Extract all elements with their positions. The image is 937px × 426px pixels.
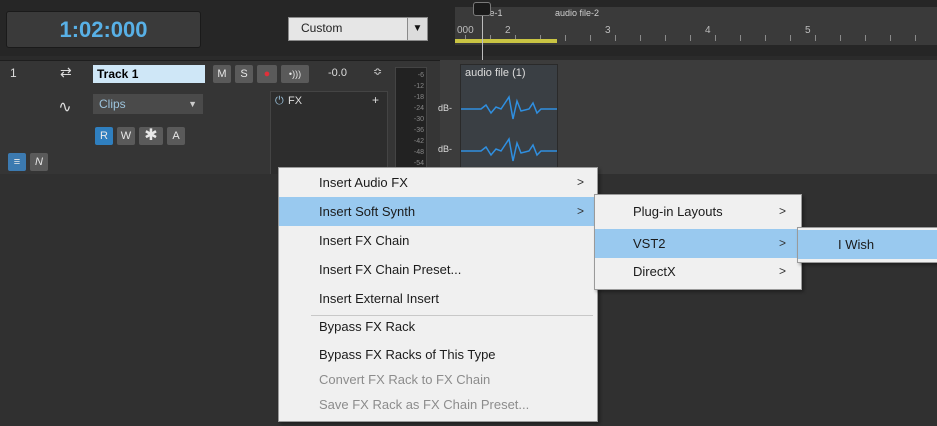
ruler-tick bbox=[690, 35, 691, 41]
meter-scale-label: -12 bbox=[413, 83, 424, 90]
menu-item-label: Insert Audio FX bbox=[319, 175, 408, 190]
waveform-icon: ∿ bbox=[58, 99, 72, 116]
solo-button[interactable]: S bbox=[235, 65, 253, 83]
track-number: 1 bbox=[10, 66, 17, 80]
read-automation-button[interactable]: R bbox=[95, 127, 113, 145]
meter-scale-label: -36 bbox=[413, 127, 424, 134]
track-header: 1 ⇄ Track 1 M S ● •))) -0.0 ≎ ∿ Clips ▼ … bbox=[0, 60, 440, 175]
meter-scale-label: -54 bbox=[413, 160, 424, 167]
ruler-tick bbox=[890, 35, 891, 41]
menu-item-label: Insert FX Chain bbox=[319, 233, 410, 248]
clip-marker-2[interactable]: audio file-2 bbox=[555, 7, 599, 20]
meter-scale-label: -18 bbox=[413, 94, 424, 101]
loop-region[interactable] bbox=[455, 39, 557, 43]
archive-button[interactable]: A bbox=[167, 127, 185, 145]
meter-scale-label: -24 bbox=[413, 105, 424, 112]
menu-item-label: VST2 bbox=[633, 236, 666, 251]
track-icon[interactable]: ⇄ bbox=[60, 64, 72, 81]
ruler-number: 2 bbox=[505, 25, 511, 36]
ruler-tick bbox=[590, 35, 591, 41]
submenu-arrow-icon: > bbox=[779, 264, 787, 278]
preset-label: Custom bbox=[301, 21, 343, 35]
clips-selector-label: Clips bbox=[99, 97, 126, 111]
input-echo-button[interactable]: •))) bbox=[281, 65, 309, 83]
submenu-item-directx[interactable]: DirectX > bbox=[595, 257, 799, 286]
ruler-tick bbox=[615, 35, 616, 41]
ruler-tick bbox=[790, 35, 791, 41]
fx-label: FX bbox=[288, 95, 303, 107]
soft-synth-submenu: Plug-in Layouts > VST2 > DirectX > bbox=[594, 194, 802, 290]
ruler-tick bbox=[865, 35, 866, 41]
preset-dropdown[interactable]: Custom ▼ bbox=[288, 17, 428, 41]
meter-scale-label: -6 bbox=[417, 72, 424, 79]
menu-item-label: DirectX bbox=[633, 264, 676, 279]
meter-scale-label: -30 bbox=[413, 116, 424, 123]
ruler-tick bbox=[915, 35, 916, 41]
fx-bin[interactable]: ⏻ FX + bbox=[270, 91, 388, 175]
timeline-ruler[interactable]: file-1 audio file-2 000 2 3 4 5 bbox=[455, 7, 937, 45]
menu-item-insert-fx-chain-preset[interactable]: Insert FX Chain Preset... bbox=[279, 255, 595, 284]
now-time-marker[interactable] bbox=[473, 2, 491, 16]
chevron-down-icon[interactable]: ▼ bbox=[407, 18, 427, 40]
ruler-tick bbox=[665, 35, 666, 41]
power-icon[interactable]: ⏻ bbox=[275, 95, 284, 108]
db-label-bottom: dB- bbox=[438, 144, 453, 154]
submenu-arrow-icon: > bbox=[577, 204, 585, 218]
audio-clip[interactable]: audio file (1) bbox=[460, 64, 558, 172]
waveform-graphic bbox=[461, 95, 557, 162]
add-fx-button[interactable]: + bbox=[372, 93, 379, 107]
ruler-tick bbox=[765, 35, 766, 41]
menu-item-label: Insert Soft Synth bbox=[319, 204, 416, 219]
submenu-item-i-wish[interactable]: I Wish bbox=[798, 230, 937, 259]
submenu-arrow-icon: > bbox=[779, 236, 787, 250]
track-name-field[interactable]: Track 1 bbox=[93, 65, 205, 83]
meter-scale-label: -48 bbox=[413, 149, 424, 156]
time-display[interactable]: 1:02:000 bbox=[6, 11, 201, 48]
ruler-tick bbox=[565, 35, 566, 41]
freeze-button[interactable]: ✱ bbox=[139, 127, 163, 145]
chevron-down-icon[interactable]: ▼ bbox=[188, 94, 197, 114]
menu-item-label: Insert External Insert bbox=[319, 291, 439, 306]
menu-item-label: Plug-in Layouts bbox=[633, 204, 723, 219]
volume-stepper-icon[interactable]: ≎ bbox=[373, 65, 382, 78]
level-meter: -6 -12 -18 -24 -30 -36 -42 -48 -54 bbox=[395, 67, 427, 175]
automation-lane-icon[interactable]: N bbox=[30, 153, 48, 171]
ruler-tick bbox=[740, 35, 741, 41]
write-automation-button[interactable]: W bbox=[117, 127, 135, 145]
ruler-tick bbox=[640, 35, 641, 41]
menu-item-label: Bypass FX Rack bbox=[319, 319, 416, 334]
ruler-number: 3 bbox=[605, 25, 611, 36]
menu-item-label: I Wish bbox=[838, 237, 875, 252]
clips-selector[interactable]: Clips ▼ bbox=[93, 94, 203, 114]
mute-button[interactable]: M bbox=[213, 65, 231, 83]
menu-item-insert-audio-fx[interactable]: Insert Audio FX > bbox=[279, 168, 595, 197]
menu-item-label: Save FX Rack as FX Chain Preset... bbox=[319, 397, 530, 412]
menu-item-insert-fx-chain[interactable]: Insert FX Chain bbox=[279, 226, 595, 255]
fx-context-menu: Insert Audio FX > Insert Soft Synth > Inse… bbox=[278, 167, 598, 422]
track-view-icon[interactable]: ≡ bbox=[8, 153, 26, 171]
menu-item-label: Insert FX Chain Preset... bbox=[319, 262, 462, 277]
submenu-arrow-icon: > bbox=[779, 204, 787, 218]
submenu-item-plugin-layouts[interactable]: Plug-in Layouts > bbox=[595, 197, 799, 226]
ruler-tick bbox=[715, 35, 716, 41]
menu-item-insert-external-insert[interactable]: Insert External Insert bbox=[279, 284, 595, 313]
vst2-submenu: I Wish bbox=[797, 227, 937, 263]
submenu-item-vst2[interactable]: VST2 > bbox=[595, 229, 799, 258]
db-label-top: dB- bbox=[438, 103, 453, 113]
volume-value[interactable]: -0.0 bbox=[328, 67, 347, 79]
ruler-number: 4 bbox=[705, 25, 711, 36]
meter-scale-label: -42 bbox=[413, 138, 424, 145]
ruler-number: 5 bbox=[805, 25, 811, 36]
clip-title: audio file (1) bbox=[465, 67, 526, 79]
menu-item-bypass-fx-rack[interactable]: Bypass FX Rack bbox=[279, 312, 595, 341]
ruler-tick bbox=[840, 35, 841, 41]
ruler-tick bbox=[815, 35, 816, 41]
menu-item-save-fx-rack-preset: Save FX Rack as FX Chain Preset... bbox=[279, 390, 595, 419]
record-arm-button[interactable]: ● bbox=[257, 65, 277, 83]
menu-item-insert-soft-synth[interactable]: Insert Soft Synth > bbox=[279, 197, 595, 226]
submenu-arrow-icon: > bbox=[577, 175, 585, 189]
